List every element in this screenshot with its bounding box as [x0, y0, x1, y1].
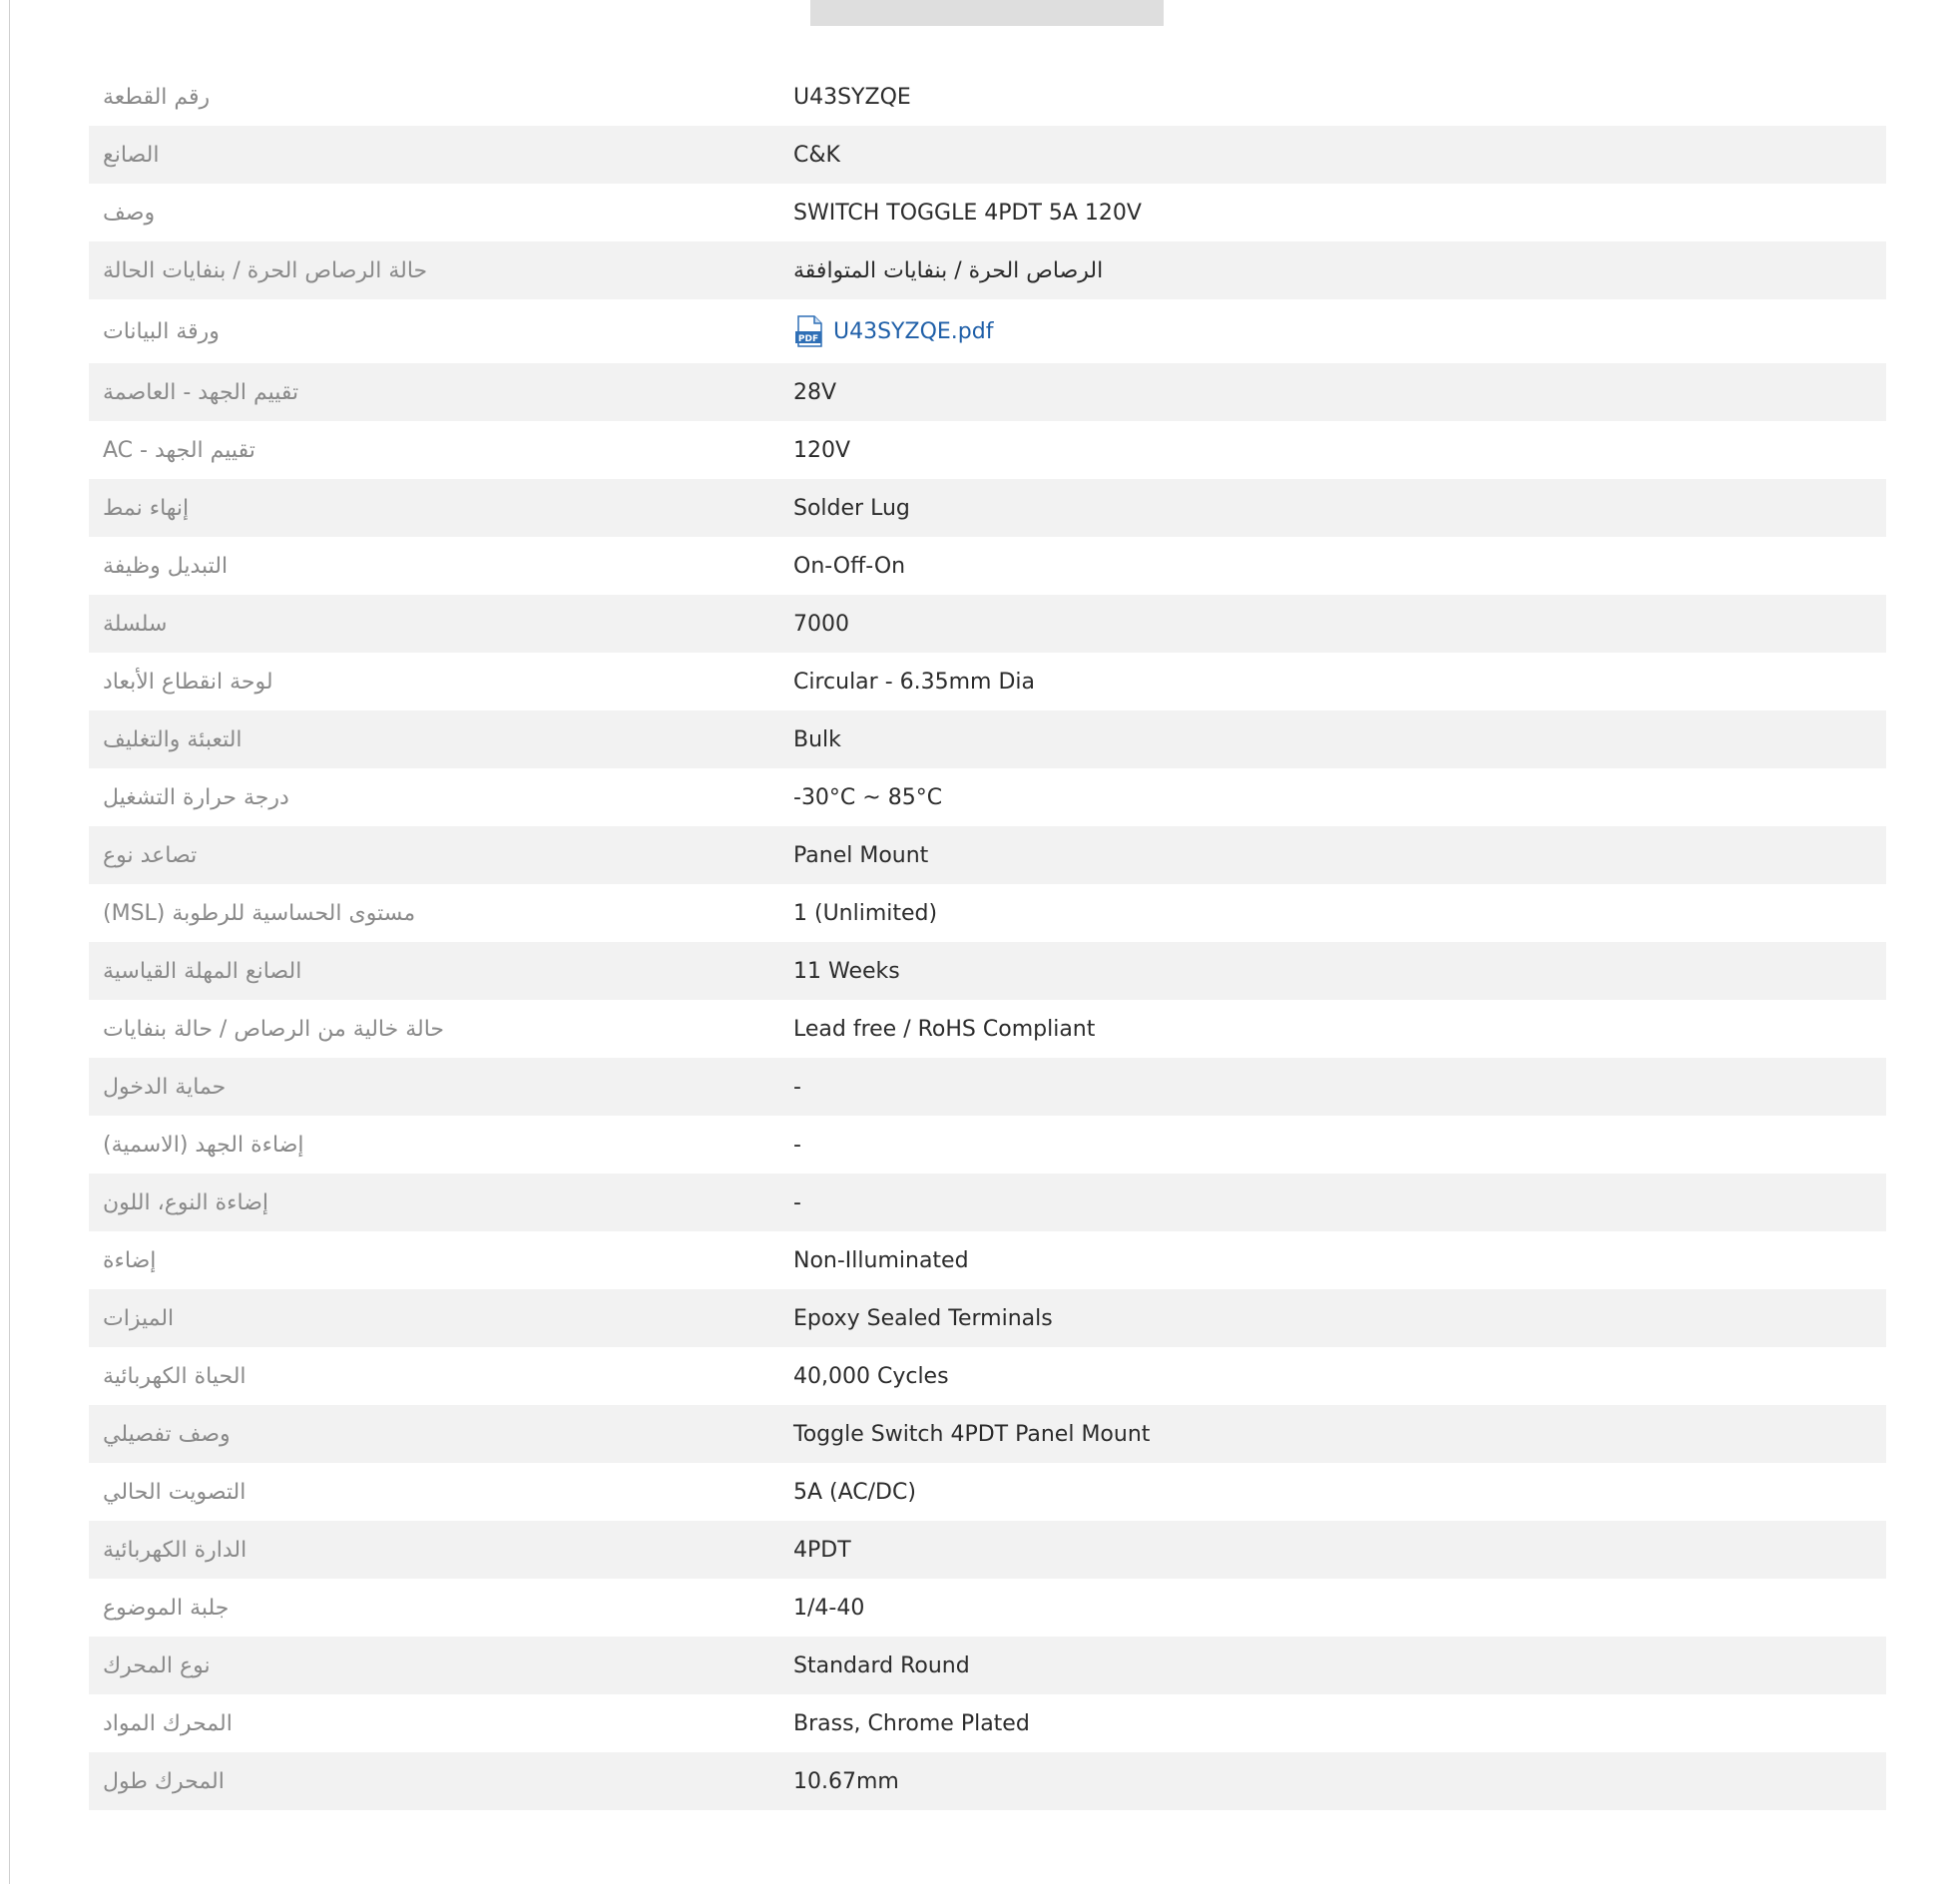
spec-row-illumination: إضاءة Non-Illuminated — [89, 1231, 1886, 1289]
spec-label: رقم القطعة — [103, 84, 211, 110]
spec-value: Brass, Chrome Plated — [793, 1710, 1030, 1736]
spec-label: تصاعد نوع — [103, 842, 198, 868]
spec-row-illumination-color: إضاءة النوع، اللون - — [89, 1174, 1886, 1231]
spec-value: Lead free / RoHS Compliant — [793, 1016, 1096, 1042]
spec-value: -30°C ~ 85°C — [793, 784, 943, 810]
spec-value: 10.67mm — [793, 1768, 899, 1794]
spec-row-description: وصف SWITCH TOGGLE 4PDT 5A 120V — [89, 184, 1886, 241]
spec-value: - — [793, 1189, 801, 1215]
spec-label: تقييم الجهد - العاصمة — [103, 379, 299, 405]
spec-value: 11 Weeks — [793, 958, 900, 984]
spec-row-ingress-protection: حماية الدخول - — [89, 1058, 1886, 1116]
spec-row-actuator-material: المحرك المواد Brass, Chrome Plated — [89, 1694, 1886, 1752]
spec-label: الصانع المهلة القياسية — [103, 958, 302, 984]
spec-value: Epoxy Sealed Terminals — [793, 1305, 1053, 1331]
spec-row-lead-free-status: حالة الرصاص الحرة / بنفايات الحالة الرصا… — [89, 241, 1886, 299]
spec-label: جلبة الموضوع — [103, 1595, 230, 1621]
pdf-icon: PDF — [795, 315, 822, 347]
spec-value: Standard Round — [793, 1652, 970, 1678]
spec-label: (إضاءة الجهد (الاسمية — [103, 1132, 304, 1158]
datasheet-link[interactable]: PDF U43SYZQE.pdf — [793, 315, 993, 347]
spec-value: 1/4-40 — [793, 1595, 865, 1621]
pdf-icon-text: PDF — [798, 334, 818, 344]
spec-label: لوحة انقطاع الأبعاد — [103, 669, 273, 695]
spec-value: 4PDT — [793, 1537, 851, 1563]
spec-value: On-Off-On — [793, 553, 906, 579]
spec-row-msl: (MSL) مستوى الحساسية للرطوبة 1 (Unlimite… — [89, 884, 1886, 942]
spec-row-voltage-ac: AC - تقييم الجهد 120V — [89, 421, 1886, 479]
spec-label: AC - تقييم الجهد — [103, 437, 255, 463]
spec-label: حالة الرصاص الحرة / بنفايات الحالة — [103, 257, 428, 283]
spec-value: C&K — [793, 142, 840, 168]
spec-value: الرصاص الحرة / بنفايات المتوافقة — [793, 257, 1104, 283]
spec-label: نوع المحرك — [103, 1652, 211, 1678]
spec-label: حماية الدخول — [103, 1074, 227, 1100]
spec-value: Panel Mount — [793, 842, 929, 868]
spec-row-switch-function: التبديل وظيفة On-Off-On — [89, 537, 1886, 595]
top-tab-edge — [810, 0, 1164, 26]
datasheet-filename: U43SYZQE.pdf — [833, 318, 994, 344]
spec-label: الميزات — [103, 1305, 175, 1331]
spec-label: التبديل وظيفة — [103, 553, 229, 579]
spec-value: 7000 — [793, 611, 849, 637]
spec-label: حالة خالية من الرصاص / حالة بنفايات — [103, 1016, 445, 1042]
spec-label: وصف تفصيلي — [103, 1421, 231, 1447]
spec-label: (MSL) مستوى الحساسية للرطوبة — [103, 900, 416, 926]
spec-value: - — [793, 1074, 801, 1100]
product-specs-table: رقم القطعة U43SYZQE الصانع C&K وصف SWITC… — [89, 68, 1886, 1810]
spec-label: التصويت الحالي — [103, 1479, 246, 1505]
spec-row-termination-style: إنهاء نمط Solder Lug — [89, 479, 1886, 537]
spec-label: سلسلة — [103, 611, 168, 637]
spec-label: درجة حرارة التشغيل — [103, 784, 289, 810]
spec-row-electrical-life: الحياة الكهربائية 40,000 Cycles — [89, 1347, 1886, 1405]
spec-label: وصف — [103, 200, 156, 226]
spec-row-voltage-dc: تقييم الجهد - العاصمة 28V — [89, 363, 1886, 421]
spec-row-rohs-status: حالة خالية من الرصاص / حالة بنفايات Lead… — [89, 1000, 1886, 1058]
spec-row-lead-time: الصانع المهلة القياسية 11 Weeks — [89, 942, 1886, 1000]
spec-value: Bulk — [793, 726, 841, 752]
spec-label: إنهاء نمط — [103, 495, 190, 521]
spec-label: إضاءة النوع، اللون — [103, 1189, 269, 1215]
spec-value: 40,000 Cycles — [793, 1363, 949, 1389]
spec-row-part-number: رقم القطعة U43SYZQE — [89, 68, 1886, 126]
spec-value: 120V — [793, 437, 851, 463]
spec-value: - — [793, 1132, 801, 1158]
spec-label: إضاءة — [103, 1247, 157, 1273]
spec-row-illumination-voltage: (إضاءة الجهد (الاسمية - — [89, 1116, 1886, 1174]
page-left-border — [9, 0, 10, 1884]
spec-label: الحياة الكهربائية — [103, 1363, 246, 1389]
spec-row-bushing-thread: جلبة الموضوع 1/4-40 — [89, 1579, 1886, 1637]
spec-row-current-rating: التصويت الحالي 5A (AC/DC) — [89, 1463, 1886, 1521]
spec-row-packaging: التعبئة والتغليف Bulk — [89, 710, 1886, 768]
spec-row-panel-cutout: لوحة انقطاع الأبعاد Circular - 6.35mm Di… — [89, 653, 1886, 710]
spec-value: 5A (AC/DC) — [793, 1479, 916, 1505]
spec-row-detailed-description: وصف تفصيلي Toggle Switch 4PDT Panel Moun… — [89, 1405, 1886, 1463]
spec-value: 28V — [793, 379, 837, 405]
spec-label: الصانع — [103, 142, 160, 168]
spec-row-series: سلسلة 7000 — [89, 595, 1886, 653]
spec-row-features: الميزات Epoxy Sealed Terminals — [89, 1289, 1886, 1347]
spec-label: المحرك طول — [103, 1768, 225, 1794]
spec-label: التعبئة والتغليف — [103, 726, 243, 752]
spec-value: Circular - 6.35mm Dia — [793, 669, 1036, 695]
spec-row-manufacturer: الصانع C&K — [89, 126, 1886, 184]
spec-row-actuator-type: نوع المحرك Standard Round — [89, 1637, 1886, 1694]
spec-value: SWITCH TOGGLE 4PDT 5A 120V — [793, 200, 1142, 226]
spec-value: U43SYZQE — [793, 84, 911, 110]
spec-value: PDF U43SYZQE.pdf — [793, 315, 993, 347]
spec-row-actuator-length: المحرك طول 10.67mm — [89, 1752, 1886, 1810]
spec-label: ورقة البيانات — [103, 318, 220, 344]
spec-label: الدارة الكهربائية — [103, 1537, 247, 1563]
spec-row-datasheet: ورقة البيانات PDF U43SYZQE.pdf — [89, 299, 1886, 363]
spec-value: Solder Lug — [793, 495, 910, 521]
spec-label: المحرك المواد — [103, 1710, 233, 1736]
spec-value: Toggle Switch 4PDT Panel Mount — [793, 1421, 1151, 1447]
spec-row-mounting-type: تصاعد نوع Panel Mount — [89, 826, 1886, 884]
spec-row-circuit: الدارة الكهربائية 4PDT — [89, 1521, 1886, 1579]
spec-row-operating-temperature: درجة حرارة التشغيل -30°C ~ 85°C — [89, 768, 1886, 826]
spec-value: Non-Illuminated — [793, 1247, 969, 1273]
spec-value: 1 (Unlimited) — [793, 900, 938, 926]
